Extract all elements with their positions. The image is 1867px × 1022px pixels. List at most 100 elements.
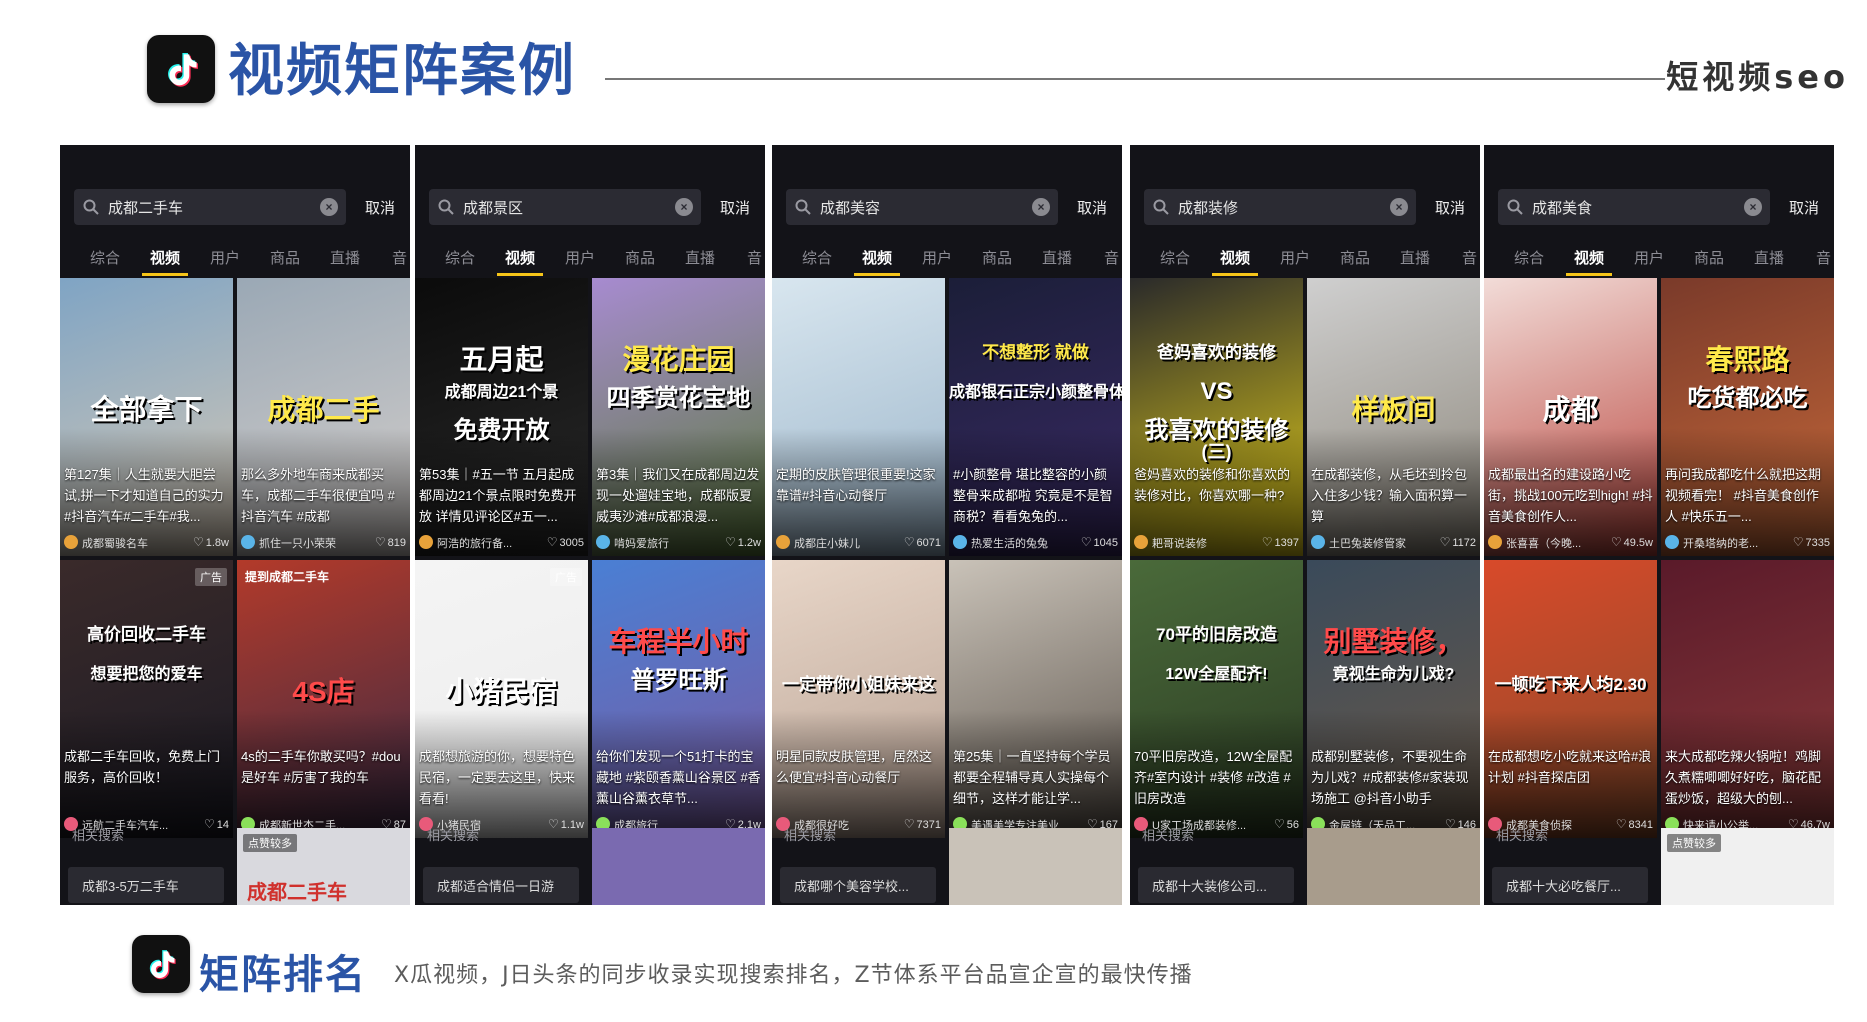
- video-card-partial[interactable]: 点赞较多: [1661, 828, 1834, 905]
- video-card[interactable]: 来大成都吃辣火锅啦！鸡脚久煮糯唧唧好好吃，脑花配蛋炒饭，超级大的刨... 快来请小…: [1661, 560, 1834, 838]
- video-card[interactable]: 车程半小时 普罗旺斯 给你们发现一个51打卡的宝藏地 #紫颐香薰山谷景区 #香薰山谷…: [592, 560, 765, 838]
- tab-product[interactable]: 商品: [1340, 247, 1370, 268]
- video-card-partial[interactable]: 点赞较多 成都二手车: [237, 828, 410, 905]
- clear-icon[interactable]: ×: [675, 198, 693, 216]
- tab-user[interactable]: 用户: [922, 247, 952, 268]
- video-card[interactable]: 一顿吃下来人均2.30 在成都想吃小吃就来这哈#浪计划 #抖音探店团 成都美食侦探 ♡…: [1484, 560, 1657, 838]
- video-card[interactable]: 成都 成都最出名的建设路小吃街，挑战100元吃到high! #抖音美食创作人...…: [1484, 278, 1657, 556]
- avatar[interactable]: [953, 535, 967, 549]
- related-search-chip[interactable]: 成都3-5万二手车: [68, 867, 224, 903]
- author-name[interactable]: 热爱生活的兔兔: [971, 535, 1071, 551]
- tab-music[interactable]: 音: [1816, 247, 1831, 268]
- search-input[interactable]: 成都二手车 ×: [74, 189, 346, 225]
- cancel-button[interactable]: 取消: [720, 197, 750, 218]
- cancel-button[interactable]: 取消: [365, 197, 395, 218]
- tab-general[interactable]: 综合: [802, 247, 832, 268]
- like-count[interactable]: ♡ 6071: [904, 535, 941, 549]
- clear-icon[interactable]: ×: [1744, 198, 1762, 216]
- video-card[interactable]: 爸妈喜欢的装修 VS 我喜欢的装修 (三) 爸妈喜欢的装修和你喜欢的装修对比，你喜欢哪一…: [1130, 278, 1303, 556]
- like-count[interactable]: ♡ 7371: [904, 817, 941, 831]
- author-name[interactable]: 抓住一只小荣荣: [259, 535, 359, 551]
- tab-music[interactable]: 音: [1462, 247, 1477, 268]
- related-search-chip[interactable]: 成都十大装修公司...: [1138, 867, 1294, 903]
- search-input[interactable]: 成都美食 ×: [1498, 189, 1770, 225]
- tab-user[interactable]: 用户: [210, 247, 240, 268]
- clear-icon[interactable]: ×: [1390, 198, 1408, 216]
- tab-general[interactable]: 综合: [1514, 247, 1544, 268]
- like-count[interactable]: ♡ 56: [1274, 817, 1299, 831]
- author-name[interactable]: 耙哥说装修: [1152, 535, 1252, 551]
- avatar[interactable]: [1134, 535, 1148, 549]
- cancel-button[interactable]: 取消: [1077, 197, 1107, 218]
- related-search-chip[interactable]: 成都十大必吃餐厅...: [1492, 867, 1648, 903]
- tab-music[interactable]: 音: [1104, 247, 1119, 268]
- video-card[interactable]: 样板间 在成都装修，从毛坯到拎包入住多少钱？输入面积算一算 土巴兔装修管家 ♡ 1172: [1307, 278, 1480, 556]
- tab-live[interactable]: 直播: [1042, 247, 1072, 268]
- video-card[interactable]: 提到成都二手车 4S店 4s的二手车你敢买吗？#dou是好车 #厉害了我的车 成都新世…: [237, 560, 410, 838]
- tab-general[interactable]: 综合: [90, 247, 120, 268]
- video-card-partial[interactable]: [949, 828, 1122, 905]
- like-count[interactable]: ♡ 1045: [1081, 535, 1118, 549]
- author-name[interactable]: 成都庄小妹儿: [794, 535, 894, 551]
- search-input[interactable]: 成都景区 ×: [429, 189, 701, 225]
- video-card[interactable]: 漫花庄园 四季赏花宝地 第3集｜我们又在成都周边发现一处遛娃宝地，成都版夏威夷沙滩#…: [592, 278, 765, 556]
- tab-video[interactable]: 视频: [1220, 247, 1250, 268]
- tab-user[interactable]: 用户: [1280, 247, 1310, 268]
- video-card[interactable]: 春熙路 吃货都必吃 再问我成都吃什么就把这期视频看完！ #抖音美食创作人 #快乐五一…: [1661, 278, 1834, 556]
- tab-product[interactable]: 商品: [625, 247, 655, 268]
- video-card[interactable]: 70平的旧房改造 12W全屋配齐! 70平旧房改造，12W全屋配齐#室内设计 #装修…: [1130, 560, 1303, 838]
- cancel-button[interactable]: 取消: [1435, 197, 1465, 218]
- search-input[interactable]: 成都美容 ×: [786, 189, 1058, 225]
- author-name[interactable]: 开桑塔纳的老...: [1683, 535, 1783, 551]
- author-name[interactable]: 土巴兔装修管家: [1329, 535, 1429, 551]
- avatar[interactable]: [241, 535, 255, 549]
- tab-music[interactable]: 音: [392, 247, 407, 268]
- avatar[interactable]: [596, 535, 610, 549]
- clear-icon[interactable]: ×: [320, 198, 338, 216]
- avatar[interactable]: [419, 535, 433, 549]
- tab-live[interactable]: 直播: [330, 247, 360, 268]
- video-card[interactable]: 定期的皮肤管理很重要!这家靠谱#抖音心动餐厅 成都庄小妹儿 ♡ 6071: [772, 278, 945, 556]
- cancel-button[interactable]: 取消: [1789, 197, 1819, 218]
- like-count[interactable]: ♡ 49.5w: [1611, 535, 1653, 549]
- like-count[interactable]: ♡ 1.2w: [725, 535, 761, 549]
- tab-video[interactable]: 视频: [150, 247, 180, 268]
- avatar[interactable]: [776, 535, 790, 549]
- avatar[interactable]: [1311, 535, 1325, 549]
- related-search-chip[interactable]: 成都哪个美容学校...: [780, 867, 936, 903]
- author-name[interactable]: 啃妈爱旅行: [614, 535, 714, 551]
- related-search-chip[interactable]: 成都适合情侣一日游: [423, 867, 579, 903]
- video-card[interactable]: 一定带你小姐妹来这 明星同款皮肤管理，居然这么便宜#抖音心动餐厅 成都很好吃 ♡ 737…: [772, 560, 945, 838]
- video-card[interactable]: 小猪民宿 广告 成都想旅游的你，想要特色民宿，一定要去这里，快来看看! 小猪民宿 ♡ 1.…: [415, 560, 588, 838]
- like-count[interactable]: ♡ 1172: [1440, 535, 1476, 549]
- author-name[interactable]: 成都蜀骏名车: [82, 535, 182, 551]
- tab-live[interactable]: 直播: [1754, 247, 1784, 268]
- like-count[interactable]: ♡ 8341: [1616, 817, 1653, 831]
- tab-general[interactable]: 综合: [1160, 247, 1190, 268]
- like-count[interactable]: ♡ 1397: [1262, 535, 1299, 549]
- like-count[interactable]: ♡ 3005: [547, 535, 584, 549]
- tab-live[interactable]: 直播: [685, 247, 715, 268]
- tab-product[interactable]: 商品: [1694, 247, 1724, 268]
- search-input[interactable]: 成都装修 ×: [1144, 189, 1416, 225]
- like-count[interactable]: ♡ 7335: [1793, 535, 1830, 549]
- tab-product[interactable]: 商品: [982, 247, 1012, 268]
- like-count[interactable]: ♡ 1.8w: [193, 535, 229, 549]
- video-card[interactable]: 全部拿下 第127集｜人生就要大胆尝试,拼一下才知道自己的实力#抖音汽车#二手车#…: [60, 278, 233, 556]
- avatar[interactable]: [1488, 535, 1502, 549]
- like-count[interactable]: ♡ 1.1w: [548, 817, 584, 831]
- like-count[interactable]: ♡ 14: [204, 817, 229, 831]
- tab-general[interactable]: 综合: [445, 247, 475, 268]
- video-card[interactable]: 不想整形 就做 成都银石正宗小颜整骨体验 #小颜整骨 堪比整容的小颜整骨来成都啦 究…: [949, 278, 1122, 556]
- avatar[interactable]: [64, 535, 78, 549]
- tab-product[interactable]: 商品: [270, 247, 300, 268]
- video-card[interactable]: 五月起 成都周边21个景 免费开放 第53集｜#五一节 五月起成都周边21个景点限时免…: [415, 278, 588, 556]
- tab-user[interactable]: 用户: [565, 247, 595, 268]
- video-card[interactable]: 第25集｜一直坚持每个学员都要全程辅导真人实操每个细节，这样才能让学... 美遇美…: [949, 560, 1122, 838]
- like-count[interactable]: ♡ 819: [375, 535, 406, 549]
- tab-video[interactable]: 视频: [1574, 247, 1604, 268]
- tab-live[interactable]: 直播: [1400, 247, 1430, 268]
- tab-video[interactable]: 视频: [505, 247, 535, 268]
- video-card[interactable]: 别墅装修， 竟视生命为儿戏? 成都别墅装修，不要视生命为儿戏？#成都装修#家装现场施…: [1307, 560, 1480, 838]
- tab-music[interactable]: 音: [747, 247, 762, 268]
